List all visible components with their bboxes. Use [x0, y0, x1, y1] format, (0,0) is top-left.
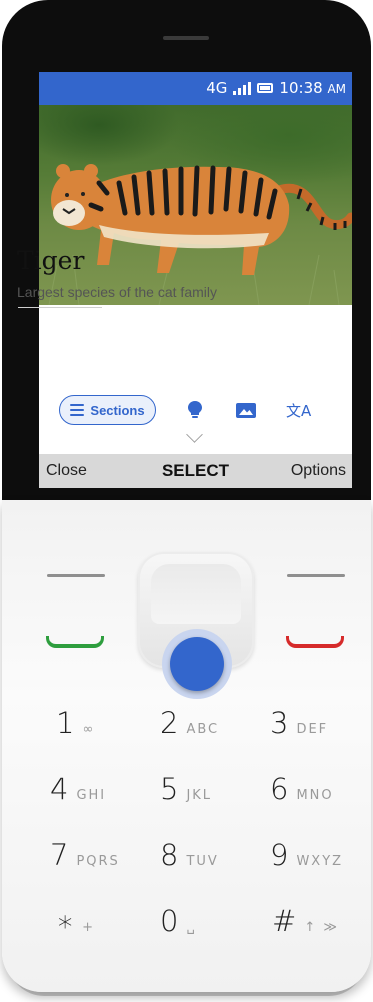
article-subtitle: Largest species of the cat family [17, 284, 217, 300]
dpad-up[interactable] [151, 564, 241, 624]
key-hash[interactable]: # ↑ ≫ [272, 904, 339, 940]
key-9-letters: WXYZ [296, 854, 344, 869]
sections-button[interactable]: Sections [59, 395, 156, 425]
key-9[interactable]: 9 WXYZ [270, 838, 343, 874]
earpiece-speaker [163, 36, 209, 40]
sections-button-label: Sections [90, 402, 145, 418]
key-2[interactable]: 2 ABC [160, 706, 219, 742]
key-7-number: 7 [50, 838, 69, 872]
key-0-number: 0 [160, 904, 179, 938]
key-4-number: 4 [50, 772, 69, 806]
right-softkey-button[interactable] [287, 574, 345, 577]
key-3-number: 3 [270, 706, 289, 740]
battery-icon [257, 83, 274, 93]
key-7-letters: PQRS [76, 854, 120, 869]
lightbulb-icon[interactable] [187, 400, 203, 420]
ok-button[interactable] [170, 637, 224, 691]
signal-icon [233, 81, 252, 95]
key-5[interactable]: 5 JKL [160, 772, 212, 808]
hash-icon: # [272, 904, 297, 938]
key-6-letters: MNO [296, 788, 334, 803]
image-icon[interactable] [236, 403, 256, 418]
phone-screen: 4G 10:38 AM [39, 72, 352, 488]
voicemail-icon: ∞ [82, 722, 96, 737]
key-8-number: 8 [160, 838, 179, 872]
article-title: Tiger [17, 246, 85, 275]
shift-icon: ↑ ≫ [304, 920, 339, 935]
key-8-letters: TUV [186, 854, 219, 869]
key-4-letters: GHI [76, 788, 107, 803]
softkey-bar: Close SELECT Options [39, 454, 352, 488]
network-type: 4G [206, 79, 228, 97]
key-7[interactable]: 7 PQRS [50, 838, 120, 874]
star-icon: ∗ [56, 904, 75, 938]
space-icon: ␣ [186, 920, 197, 935]
key-1[interactable]: 1 ∞ [56, 706, 95, 742]
tiger-illustration [48, 164, 352, 305]
clock-time: 10:38 [279, 79, 323, 97]
key-2-number: 2 [160, 706, 179, 740]
call-button[interactable] [46, 636, 104, 648]
end-call-button[interactable] [286, 636, 344, 648]
key-2-letters: ABC [186, 722, 220, 737]
key-9-number: 9 [270, 838, 289, 872]
key-1-number: 1 [56, 706, 75, 740]
key-star[interactable]: ∗ + [56, 904, 95, 940]
status-bar: 4G 10:38 AM [39, 72, 352, 105]
key-4[interactable]: 4 GHI [50, 772, 106, 808]
title-divider [18, 307, 102, 308]
key-3[interactable]: 3 DEF [270, 706, 328, 742]
key-5-number: 5 [160, 772, 179, 806]
key-3-letters: DEF [296, 722, 329, 737]
key-6-number: 6 [270, 772, 289, 806]
key-5-letters: JKL [186, 788, 213, 803]
clock-ampm: AM [327, 82, 346, 96]
list-icon [70, 404, 85, 416]
left-softkey-button[interactable] [47, 574, 105, 577]
key-8[interactable]: 8 TUV [160, 838, 219, 874]
key-6[interactable]: 6 MNO [270, 772, 334, 808]
translate-icon[interactable]: 文A [286, 400, 311, 421]
key-0[interactable]: 0 ␣ [160, 904, 197, 940]
softkey-options[interactable]: Options [291, 462, 346, 480]
key-star-letters: + [82, 920, 96, 935]
article-hero-image [39, 105, 352, 305]
